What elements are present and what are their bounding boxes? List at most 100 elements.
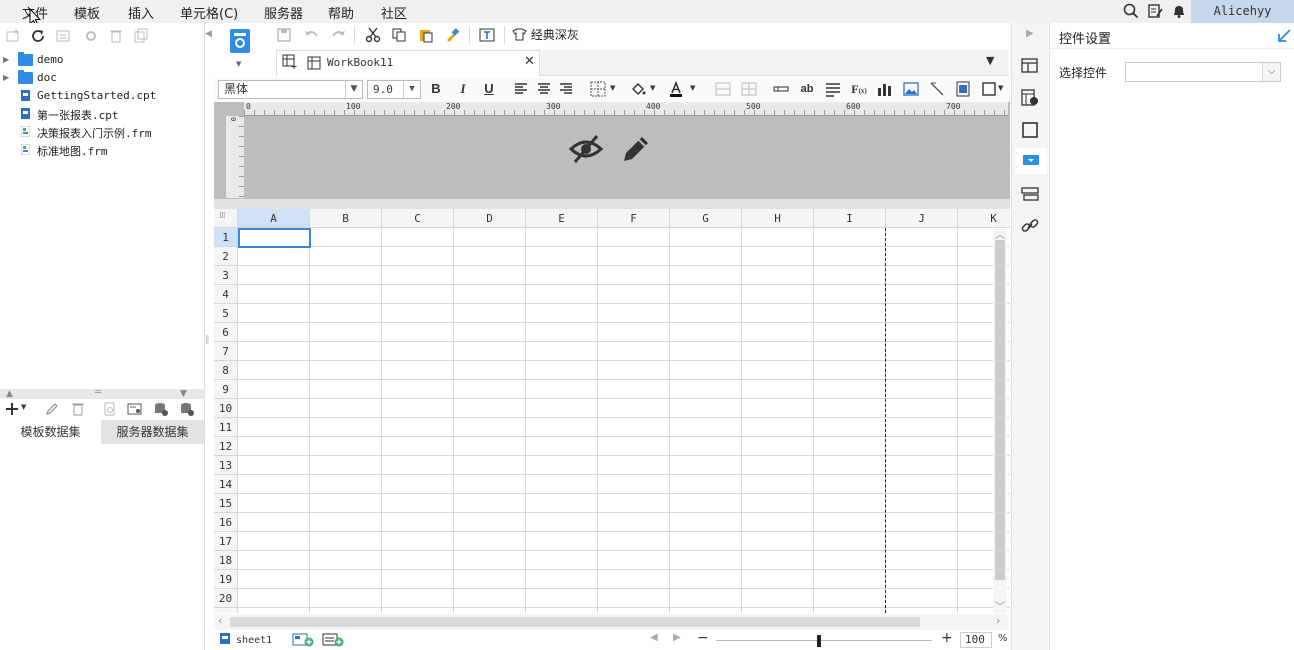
- row-header[interactable]: 13: [214, 456, 238, 475]
- row-header[interactable]: 19: [214, 570, 238, 589]
- properties-icon[interactable]: [55, 28, 71, 44]
- copy-icon[interactable]: [133, 28, 149, 44]
- formula-icon[interactable]: F(x): [849, 81, 869, 97]
- close-icon[interactable]: ✕: [524, 54, 535, 69]
- float-element-icon[interactable]: [981, 81, 997, 97]
- column-header-e[interactable]: E: [526, 209, 598, 228]
- zoom-slider-track[interactable]: [716, 640, 932, 641]
- menu-community[interactable]: 社区: [381, 3, 407, 22]
- insert-text-icon[interactable]: [479, 27, 495, 43]
- menu-template[interactable]: 模板: [74, 3, 100, 22]
- dataset-settings-icon[interactable]: [127, 401, 143, 417]
- row-header[interactable]: 20: [214, 589, 238, 608]
- align-left-icon[interactable]: [513, 81, 529, 97]
- row-header[interactable]: 15: [214, 494, 238, 513]
- panel-splitter[interactable]: ▲ ═ ▼: [0, 387, 205, 399]
- row-header[interactable]: 14: [214, 475, 238, 494]
- scroll-thumb[interactable]: [230, 617, 920, 627]
- chart-icon[interactable]: [877, 81, 893, 97]
- selected-cell[interactable]: [238, 228, 311, 248]
- tab-workbook11[interactable]: WorkBook11 ✕: [276, 50, 540, 76]
- edit-icon[interactable]: [44, 401, 60, 417]
- spreadsheet-grid[interactable]: ⁞⁞⁞ ABCDEFGHIJK 1 2 3 4 5 6 7 8 9 10 11 12 13 14 15 16 1…: [214, 209, 1010, 613]
- settings-icon[interactable]: [83, 28, 99, 44]
- column-header-b[interactable]: B: [310, 209, 382, 228]
- row-header[interactable]: 1: [214, 228, 238, 247]
- preview-icon[interactable]: [102, 401, 118, 417]
- tree-item-doc[interactable]: ▶ doc: [0, 70, 200, 88]
- bold-button[interactable]: B: [428, 81, 444, 97]
- row-header[interactable]: 17: [214, 532, 238, 551]
- scroll-left-icon[interactable]: ‹: [218, 614, 222, 627]
- wrap-text-icon[interactable]: [825, 81, 841, 97]
- border-icon[interactable]: [590, 81, 606, 97]
- chevron-down-icon[interactable]: ⌵: [1262, 63, 1280, 81]
- undo-icon[interactable]: [304, 27, 320, 43]
- collapse-down-icon[interactable]: ▼: [180, 389, 187, 399]
- tree-item-gettingstarted[interactable]: GettingStarted.cpt: [0, 88, 200, 106]
- select-widget-dropdown[interactable]: ⌵: [1125, 62, 1281, 82]
- hyperlink-icon[interactable]: [1021, 217, 1039, 235]
- database-icon[interactable]: [153, 401, 169, 417]
- font-color-icon[interactable]: [668, 81, 684, 97]
- hide-parameter-icon[interactable]: [569, 133, 603, 165]
- sheet-tab-sheet1[interactable]: sheet1: [220, 633, 272, 647]
- column-header-a[interactable]: A: [238, 209, 310, 228]
- chevron-down-icon[interactable]: ▼: [650, 84, 655, 92]
- drag-handle-icon[interactable]: ═: [95, 387, 101, 398]
- tree-item-standard-map[interactable]: 标准地图.frm: [0, 142, 200, 160]
- widget-settings-tab[interactable]: [1015, 148, 1047, 174]
- collapse-panel-icon[interactable]: [1277, 29, 1291, 43]
- float-element-icon[interactable]: [1021, 121, 1039, 139]
- vertical-scrollbar[interactable]: ︿ ﹀: [993, 228, 1007, 613]
- add-dataset-icon[interactable]: [5, 401, 21, 417]
- row-header[interactable]: 11: [214, 418, 238, 437]
- row-header[interactable]: 18: [214, 551, 238, 570]
- tab-list-icon[interactable]: ▼: [986, 54, 994, 67]
- format-painter-icon[interactable]: [444, 27, 460, 43]
- row-header[interactable]: 7: [214, 342, 238, 361]
- cut-icon[interactable]: [365, 27, 381, 43]
- column-header-j[interactable]: J: [886, 209, 958, 228]
- column-header-d[interactable]: D: [454, 209, 526, 228]
- expand-right-icon[interactable]: ▶: [1026, 28, 1034, 39]
- italic-button[interactable]: I: [455, 81, 471, 97]
- expand-arrow-icon[interactable]: ▶: [3, 73, 9, 82]
- chevron-down-icon[interactable]: ▼: [21, 403, 26, 411]
- row-header[interactable]: 12: [214, 437, 238, 456]
- row-header[interactable]: 6: [214, 323, 238, 342]
- paste-icon[interactable]: [418, 27, 434, 43]
- zoom-in-button[interactable]: +: [941, 630, 953, 646]
- scroll-down-icon[interactable]: ﹀: [995, 598, 1005, 613]
- edit-parameter-icon[interactable]: [620, 133, 652, 165]
- insert-row-icon[interactable]: [773, 81, 789, 97]
- menu-server[interactable]: 服务器: [264, 3, 303, 22]
- horizontal-scrollbar[interactable]: ‹ ›: [214, 614, 1008, 630]
- tree-item-demo[interactable]: ▶ demo: [0, 52, 200, 70]
- slash-icon[interactable]: [929, 81, 945, 97]
- condition-attributes-icon[interactable]: [1021, 185, 1039, 203]
- chevron-down-icon[interactable]: ▼: [610, 84, 615, 92]
- tree-item-first-report[interactable]: 第一张报表.cpt: [0, 106, 200, 124]
- fill-color-icon[interactable]: [630, 81, 646, 97]
- tab-server-dataset[interactable]: 服务器数据集: [101, 420, 204, 444]
- font-family-select[interactable]: 黑体 ▼: [218, 80, 363, 99]
- font-size-select[interactable]: 9.0 ▼: [367, 80, 421, 99]
- collapse-left-icon[interactable]: ◀: [205, 29, 212, 39]
- image-icon[interactable]: [903, 81, 919, 97]
- refresh-icon[interactable]: [30, 28, 46, 44]
- text-ab-icon[interactable]: ab: [798, 81, 816, 97]
- copy-icon[interactable]: [391, 27, 407, 43]
- row-header[interactable]: [214, 608, 238, 613]
- zoom-input[interactable]: 100: [960, 632, 992, 648]
- split-cells-icon[interactable]: [741, 81, 757, 97]
- column-header-g[interactable]: G: [670, 209, 742, 228]
- search-icon[interactable]: [1123, 3, 1139, 19]
- scroll-up-icon[interactable]: ︿: [995, 226, 1005, 241]
- row-header[interactable]: 4: [214, 285, 238, 304]
- redo-icon[interactable]: [330, 27, 346, 43]
- underline-button[interactable]: U: [481, 81, 497, 97]
- align-center-icon[interactable]: [536, 81, 552, 97]
- row-header[interactable]: 16: [214, 513, 238, 532]
- align-right-icon[interactable]: [558, 81, 574, 97]
